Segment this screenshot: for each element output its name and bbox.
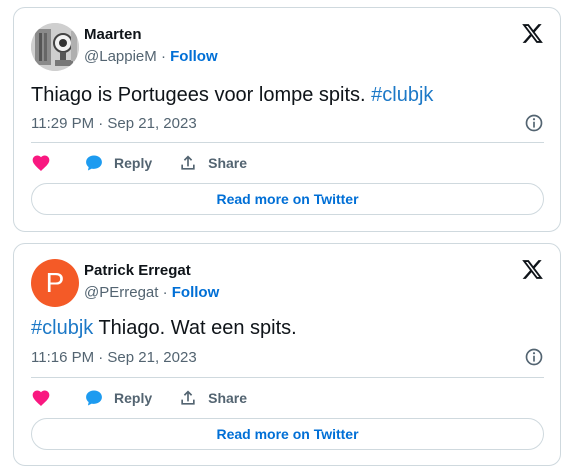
timestamp-link[interactable]: 11:16 PM · Sep 21, 2023: [31, 349, 197, 366]
avatar[interactable]: [31, 23, 79, 71]
divider: [31, 142, 544, 143]
hashtag-link[interactable]: #clubjk: [371, 84, 433, 106]
author-handle[interactable]: @LappieM: [84, 48, 157, 65]
share-icon: [181, 155, 195, 170]
handle-row: @LappieM · Follow: [84, 48, 218, 65]
share-label: Share: [208, 390, 248, 406]
reply-button[interactable]: Reply: [84, 153, 152, 173]
share-label: Share: [208, 155, 248, 171]
tweet-text-plain: Thiago is Portugees voor lompe spits.: [31, 84, 372, 106]
handle-separator: ·: [162, 284, 168, 301]
tweet-card: Maarten @LappieM · Follow Thiago is Port…: [13, 7, 561, 232]
info-icon[interactable]: [524, 113, 544, 133]
avatar[interactable]: P: [31, 259, 79, 307]
author-handle[interactable]: @PErregat: [84, 284, 158, 301]
heart-icon: [32, 155, 50, 171]
handle-row: @PErregat · Follow: [84, 284, 219, 301]
reply-bubble-icon: [86, 155, 102, 171]
action-bar: Reply Share: [31, 387, 544, 409]
reply-button[interactable]: Reply: [84, 388, 152, 408]
follow-link[interactable]: Follow: [170, 48, 218, 65]
like-button[interactable]: [31, 153, 51, 173]
reply-label: Reply: [114, 155, 153, 171]
reply-bubble-icon: [86, 390, 102, 406]
heart-icon: [32, 390, 50, 406]
timestamp-link[interactable]: 11:29 PM · Sep 21, 2023: [31, 115, 197, 132]
divider: [31, 377, 544, 378]
tweet-text: Thiago is Portugees voor lompe spits. #c…: [31, 82, 433, 108]
tweet-card: P Patrick Erregat @PErregat · Follow #cl…: [13, 243, 561, 466]
share-button[interactable]: Share: [178, 388, 247, 408]
avatar-letter: P: [45, 267, 65, 298]
avatar-photo-icon: [31, 23, 79, 71]
tweet-text: #clubjk Thiago. Wat een spits.: [31, 315, 297, 341]
like-button[interactable]: [31, 388, 51, 408]
handle-separator: ·: [160, 48, 166, 65]
read-more-button[interactable]: Read more on Twitter: [31, 418, 544, 450]
tweet-text-plain: Thiago. Wat een spits.: [93, 317, 297, 339]
x-logo-icon[interactable]: [521, 22, 544, 45]
action-bar: Reply Share: [31, 152, 544, 174]
author-name[interactable]: Patrick Erregat: [84, 262, 191, 279]
author-name[interactable]: Maarten: [84, 26, 142, 43]
x-logo-icon[interactable]: [521, 258, 544, 281]
read-more-button[interactable]: Read more on Twitter: [31, 183, 544, 215]
hashtag-link[interactable]: #clubjk: [31, 317, 93, 339]
follow-link[interactable]: Follow: [172, 284, 220, 301]
info-icon[interactable]: [524, 347, 544, 367]
reply-label: Reply: [114, 390, 153, 406]
share-icon: [181, 390, 195, 405]
share-button[interactable]: Share: [178, 153, 247, 173]
